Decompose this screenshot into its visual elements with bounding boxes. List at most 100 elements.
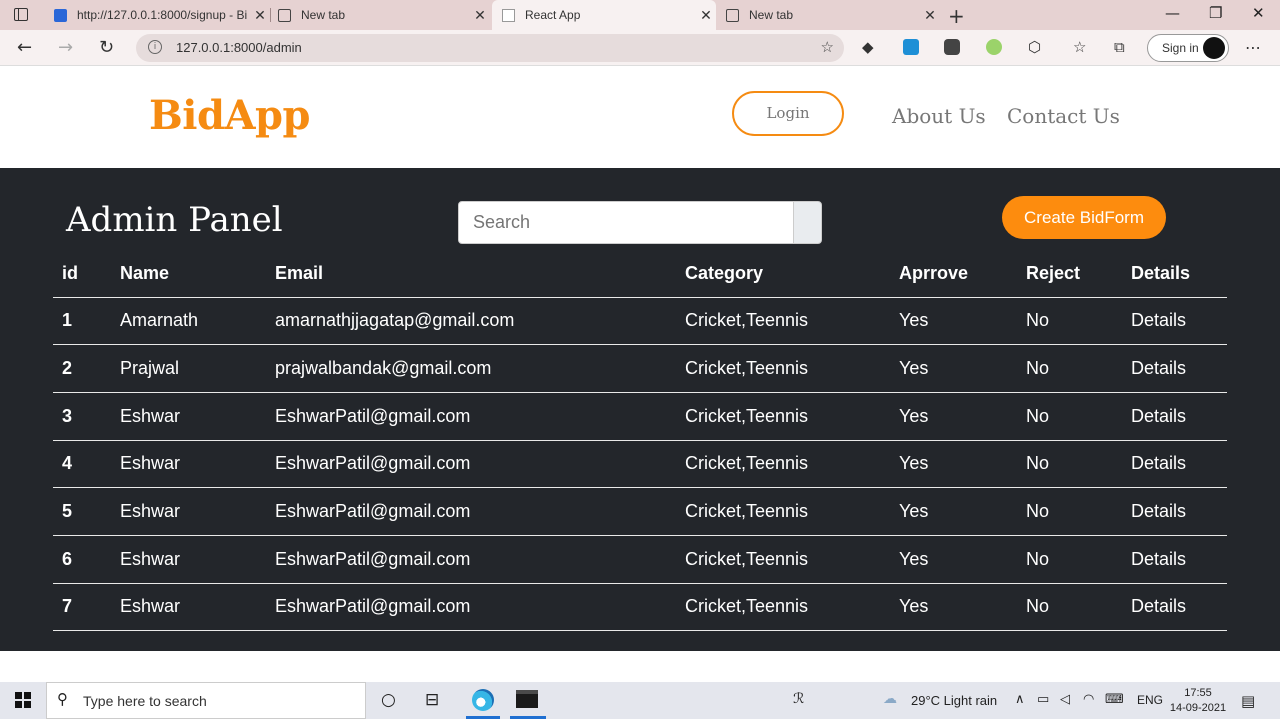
tab-new-1[interactable]: New tab ✕: [268, 0, 490, 30]
new-tab-favicon-icon: [726, 8, 739, 22]
keyboard-icon[interactable]: ⌨: [1105, 692, 1124, 707]
chevron-up-icon[interactable]: ∧: [1015, 692, 1025, 707]
cell-reject: No: [1017, 392, 1122, 441]
details-link[interactable]: Details: [1122, 297, 1227, 346]
back-icon[interactable]: ←: [17, 37, 32, 58]
tab-title: http://127.0.0.1:8000/signup - Bi: [77, 8, 248, 22]
favorites-icon[interactable]: ☆: [1073, 38, 1086, 56]
cell-approve: Yes: [890, 297, 1017, 346]
new-tab-favicon-icon: [278, 8, 291, 22]
extension-icon[interactable]: [944, 39, 960, 55]
site-logo[interactable]: BidApp: [149, 92, 310, 139]
cell-approve: Yes: [890, 487, 1017, 536]
new-tab-icon[interactable]: +: [948, 4, 965, 28]
cell-email: EshwarPatil@gmail.com: [266, 535, 676, 584]
admin-panel: Admin Panel Create BidForm idNameEmailCa…: [0, 168, 1280, 651]
cell-id: 6: [53, 535, 111, 584]
taskbar: ⚲ Type here to search ○ ⊟ ℛ ☁ 29°C Light…: [0, 682, 1280, 719]
site-favicon-icon: [54, 8, 67, 22]
tab-actions-icon[interactable]: [14, 8, 28, 21]
task-view-icon[interactable]: ⊟: [425, 690, 439, 710]
details-link[interactable]: Details: [1122, 440, 1227, 489]
edge-browser-icon[interactable]: [472, 689, 494, 711]
terminal-icon[interactable]: [516, 690, 538, 708]
nav-link-about[interactable]: About Us: [892, 104, 986, 128]
address-url[interactable]: 127.0.0.1:8000/admin: [176, 40, 302, 55]
close-icon[interactable]: ✕: [696, 7, 716, 24]
details-link[interactable]: Details: [1122, 344, 1227, 393]
clock[interactable]: 17:55 14-09-2021: [1168, 686, 1228, 716]
column-header-id: id: [53, 250, 111, 298]
windows-start-icon[interactable]: [15, 692, 31, 708]
info-icon[interactable]: i: [148, 40, 162, 54]
volume-icon[interactable]: ◁: [1060, 692, 1070, 707]
refresh-icon[interactable]: ↻: [99, 37, 114, 58]
sign-in-button[interactable]: Sign in: [1147, 34, 1229, 62]
create-bidform-button[interactable]: Create BidForm: [1002, 196, 1166, 239]
column-header-reject: Reject: [1017, 250, 1122, 298]
cell-approve: Yes: [890, 535, 1017, 584]
minimize-icon[interactable]: —: [1165, 4, 1180, 22]
cell-email: prajwalbandak@gmail.com: [266, 344, 676, 393]
extension-icon[interactable]: [986, 39, 1002, 55]
search-input[interactable]: [458, 201, 794, 244]
people-icon[interactable]: ℛ: [793, 691, 804, 707]
add-favorite-icon[interactable]: ☆: [821, 38, 834, 56]
details-link[interactable]: Details: [1122, 392, 1227, 441]
collections-icon[interactable]: ⧉: [1114, 38, 1125, 56]
tab-signup[interactable]: http://127.0.0.1:8000/signup - Bi ✕: [44, 0, 270, 30]
cell-name: Prajwal: [111, 344, 266, 393]
weather-text[interactable]: 29°C Light rain: [911, 693, 997, 708]
restore-icon[interactable]: ❐: [1209, 4, 1222, 22]
cell-email: amarnathjjagatap@gmail.com: [266, 297, 676, 346]
extensions-puzzle-icon[interactable]: ⬡: [1028, 38, 1041, 56]
battery-icon[interactable]: ▭: [1037, 692, 1049, 707]
table-header-row: id Name Email Category Aprrove Reject Details: [53, 250, 1227, 298]
wifi-icon[interactable]: ◠: [1083, 692, 1094, 707]
login-button[interactable]: Login: [732, 91, 844, 136]
users-table: id Name Email Category Aprrove Reject Details …: [53, 250, 1227, 632]
extension-icon[interactable]: ◆: [862, 38, 874, 56]
details-link[interactable]: Details: [1122, 583, 1227, 632]
tab-new-2[interactable]: New tab ✕: [716, 0, 940, 30]
table-row: 4 Eshwar EshwarPatil@gmail.com Cricket,Teen…: [53, 440, 1227, 489]
close-icon[interactable]: ✕: [250, 7, 270, 24]
tab-title: New tab: [749, 8, 794, 22]
language-indicator[interactable]: ENG: [1137, 693, 1163, 707]
close-icon[interactable]: ✕: [920, 7, 940, 24]
address-bar[interactable]: i 127.0.0.1:8000/admin ☆: [136, 34, 844, 62]
cell-category: Cricket,Teennis: [676, 297, 890, 346]
notifications-icon[interactable]: ▤: [1241, 692, 1255, 710]
taskbar-search[interactable]: ⚲ Type here to search: [46, 682, 366, 719]
cell-reject: No: [1017, 440, 1122, 489]
cell-id: 5: [53, 487, 111, 536]
table-row: 7 Eshwar EshwarPatil@gmail.com Cricket,Teen…: [53, 583, 1227, 632]
column-header-approve: Aprrove: [890, 250, 1017, 298]
forward-icon[interactable]: →: [58, 37, 73, 58]
details-link[interactable]: Details: [1122, 535, 1227, 584]
browser-tab-strip: http://127.0.0.1:8000/signup - Bi ✕ New …: [0, 0, 1280, 30]
close-icon[interactable]: ✕: [470, 7, 490, 24]
taskbar-search-placeholder: Type here to search: [83, 693, 207, 709]
cell-id: 1: [53, 297, 111, 346]
nav-link-contact[interactable]: Contact Us: [1007, 104, 1120, 128]
table-row: 6 Eshwar EshwarPatil@gmail.com Cricket,Teen…: [53, 535, 1227, 584]
tab-react-app[interactable]: React App ✕: [492, 0, 716, 30]
clock-time: 17:55: [1184, 687, 1212, 699]
cell-name: Eshwar: [111, 392, 266, 441]
cell-category: Cricket,Teennis: [676, 344, 890, 393]
extension-icon[interactable]: [903, 39, 919, 55]
search-button[interactable]: [793, 201, 822, 244]
cell-category: Cricket,Teennis: [676, 392, 890, 441]
window-close-icon[interactable]: ✕: [1252, 4, 1265, 22]
avatar: [1203, 37, 1225, 59]
details-link[interactable]: Details: [1122, 487, 1227, 536]
more-options-icon[interactable]: ⋯: [1245, 38, 1261, 57]
page-favicon-icon: [502, 8, 515, 22]
weather-icon[interactable]: ☁: [883, 691, 897, 707]
cortana-icon[interactable]: ○: [381, 690, 396, 710]
cell-category: Cricket,Teennis: [676, 583, 890, 632]
table-row: 5 Eshwar EshwarPatil@gmail.com Cricket,Teen…: [53, 487, 1227, 536]
cell-reject: No: [1017, 297, 1122, 346]
cell-name: Amarnath: [111, 297, 266, 346]
